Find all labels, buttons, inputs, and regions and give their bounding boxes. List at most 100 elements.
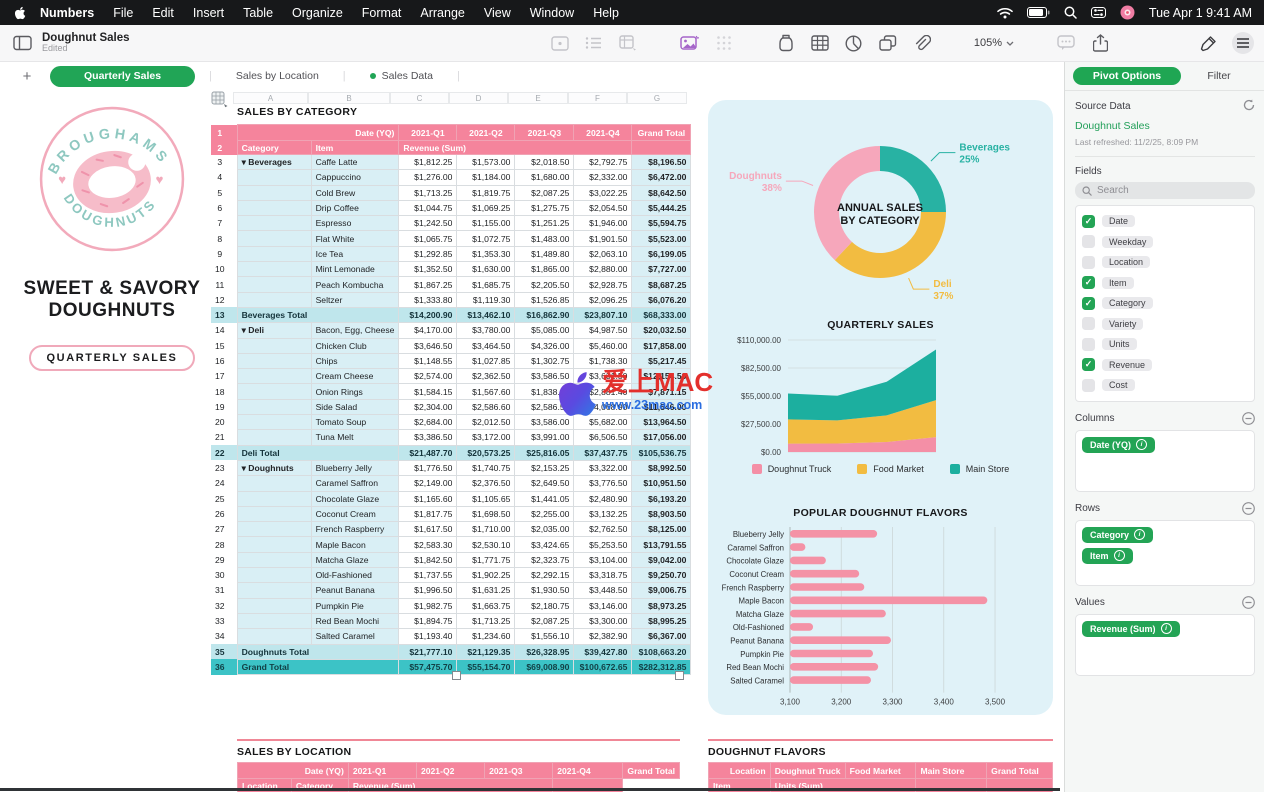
value-cell[interactable]: $3,586.50 bbox=[515, 369, 574, 384]
gutter-spacer[interactable] bbox=[229, 262, 238, 277]
sheet-canvas[interactable]: BROUGHAMS DOUGHNUTS ♥ ♥ bbox=[0, 91, 1060, 792]
value-cell[interactable]: $4,326.00 bbox=[515, 338, 574, 353]
shapes-icon[interactable] bbox=[878, 33, 898, 53]
menu-item-arrange[interactable]: Arrange bbox=[420, 6, 464, 20]
field-checkbox-category[interactable]: ✓ bbox=[1082, 297, 1095, 310]
table-row[interactable]: 8Flat White$1,065.75$1,072.75$1,483.00$1… bbox=[211, 231, 691, 246]
row-number[interactable]: 23 bbox=[211, 460, 229, 475]
row-number[interactable]: 17 bbox=[211, 369, 229, 384]
value-cell[interactable]: $1,302.75 bbox=[515, 353, 574, 368]
row-number[interactable]: 3 bbox=[211, 155, 229, 170]
value-cell[interactable]: $1,630.00 bbox=[457, 262, 515, 277]
category-empty-cell[interactable] bbox=[237, 430, 311, 445]
row-number[interactable]: 1 bbox=[211, 125, 229, 141]
menu-clock[interactable]: Tue Apr 1 9:41 AM bbox=[1149, 6, 1252, 20]
quarterly-sales-area-chart[interactable]: $110,000.00$82,500.00$55,000.00$27,500.0… bbox=[708, 334, 1053, 464]
table-row[interactable]: 11Peach Kombucha$1,867.25$1,685.75$2,205… bbox=[211, 277, 691, 292]
header-2021-q1[interactable]: 2021-Q1 bbox=[399, 125, 457, 141]
value-cell[interactable]: $1,738.30 bbox=[574, 353, 632, 368]
value-cell[interactable]: $2,881.40 bbox=[574, 384, 632, 399]
group-total-value[interactable]: $25,816.05 bbox=[515, 445, 574, 460]
group-total-value[interactable]: $23,807.10 bbox=[574, 307, 632, 322]
value-cell[interactable]: $2,649.50 bbox=[515, 476, 574, 491]
item-cell[interactable]: Peach Kombucha bbox=[311, 277, 399, 292]
value-cell[interactable]: $2,087.25 bbox=[515, 185, 574, 200]
table-row[interactable]: 21Tuna Melt$3,386.50$3,172.00$3,991.00$6… bbox=[211, 430, 691, 445]
group-total-grand[interactable]: $105,536.75 bbox=[632, 445, 691, 460]
menu-item-format[interactable]: Format bbox=[362, 6, 402, 20]
value-cell[interactable]: $3,132.25 bbox=[574, 506, 632, 521]
value-cell[interactable]: $2,574.00 bbox=[399, 369, 457, 384]
category-empty-cell[interactable] bbox=[237, 353, 311, 368]
row-number[interactable]: 32 bbox=[211, 598, 229, 613]
value-cell[interactable]: $4,170.00 bbox=[399, 323, 457, 338]
value-cell[interactable]: $2,530.10 bbox=[457, 537, 515, 552]
group-total-value[interactable]: $39,427.80 bbox=[574, 644, 632, 659]
chart-icon[interactable] bbox=[844, 33, 864, 53]
grand-total-value[interactable]: $55,154.70 bbox=[457, 659, 515, 675]
field-checkbox-item[interactable]: ✓ bbox=[1082, 276, 1095, 289]
table-row[interactable]: 31Peanut Banana$1,996.50$1,631.25$1,930.… bbox=[211, 583, 691, 598]
value-cell[interactable]: $1,119.30 bbox=[457, 292, 515, 307]
value-cell[interactable]: $3,631.50 bbox=[574, 369, 632, 384]
link-paperclip-icon[interactable] bbox=[912, 33, 932, 53]
value-cell[interactable]: $1,819.75 bbox=[457, 185, 515, 200]
refresh-icon[interactable] bbox=[1243, 99, 1255, 114]
column-header-A[interactable]: A bbox=[233, 92, 308, 104]
sales-by-location-table[interactable]: SALES BY LOCATIONDate (YQ)2021-Q12021-Q2… bbox=[237, 739, 680, 792]
cell[interactable]: 2021-Q2 bbox=[416, 763, 484, 779]
grand-total-value[interactable]: $100,672.65 bbox=[574, 659, 632, 675]
group-total-label[interactable]: Doughnuts Total bbox=[237, 644, 399, 659]
gutter-spacer[interactable] bbox=[229, 568, 238, 583]
row-number[interactable]: 35 bbox=[211, 644, 229, 659]
bar-blueberry-jelly[interactable] bbox=[790, 530, 877, 538]
menu-item-file[interactable]: File bbox=[113, 6, 133, 20]
value-cell[interactable]: $1,353.30 bbox=[457, 246, 515, 261]
item-cell[interactable]: Matcha Glaze bbox=[311, 552, 399, 567]
grand-total-cell[interactable]: $6,472.00 bbox=[632, 170, 691, 185]
grand-total-cell[interactable]: $8,995.25 bbox=[632, 613, 691, 628]
row-number[interactable]: 34 bbox=[211, 629, 229, 644]
value-cell[interactable]: $2,332.00 bbox=[574, 170, 632, 185]
grand-total-cell[interactable]: $17,858.00 bbox=[632, 338, 691, 353]
gutter-spacer[interactable] bbox=[229, 353, 238, 368]
category-empty-cell[interactable] bbox=[237, 583, 311, 598]
header-2021-q4[interactable]: 2021-Q4 bbox=[574, 125, 632, 141]
bar-salted-caramel[interactable] bbox=[790, 676, 871, 684]
value-cell[interactable]: $3,322.00 bbox=[574, 460, 632, 475]
tab-pivot-options[interactable]: Pivot Options bbox=[1073, 67, 1181, 85]
value-cell[interactable]: $1,737.55 bbox=[399, 568, 457, 583]
column-header-G[interactable]: G bbox=[627, 92, 687, 104]
value-cell[interactable]: $1,065.75 bbox=[399, 231, 457, 246]
value-cell[interactable]: $1,352.50 bbox=[399, 262, 457, 277]
field-checkbox-variety[interactable] bbox=[1082, 317, 1095, 330]
gutter-spacer[interactable] bbox=[229, 460, 238, 475]
table-row[interactable]: 7Espresso$1,242.50$1,155.00$1,251.25$1,9… bbox=[211, 216, 691, 231]
column-header-B[interactable]: B bbox=[308, 92, 390, 104]
gutter-spacer[interactable] bbox=[229, 537, 238, 552]
gutter-spacer[interactable] bbox=[229, 369, 238, 384]
column-header-D[interactable]: D bbox=[449, 92, 508, 104]
category-cell[interactable]: ▾ Doughnuts bbox=[237, 460, 311, 475]
gutter-spacer[interactable] bbox=[229, 598, 238, 613]
value-cell[interactable]: $1,483.00 bbox=[515, 231, 574, 246]
value-cell[interactable]: $2,087.25 bbox=[515, 613, 574, 628]
gutter-spacer[interactable] bbox=[229, 659, 238, 675]
gutter-spacer[interactable] bbox=[229, 338, 238, 353]
category-empty-cell[interactable] bbox=[237, 231, 311, 246]
value-cell[interactable]: $2,153.25 bbox=[515, 460, 574, 475]
item-cell[interactable]: Espresso bbox=[311, 216, 399, 231]
item-cell[interactable]: Red Bean Mochi bbox=[311, 613, 399, 628]
value-cell[interactable]: $3,386.50 bbox=[399, 430, 457, 445]
grand-total-cell[interactable]: $9,042.00 bbox=[632, 552, 691, 567]
value-cell[interactable]: $2,149.00 bbox=[399, 476, 457, 491]
value-cell[interactable]: $1,105.65 bbox=[457, 491, 515, 506]
table-row[interactable]: 28Maple Bacon$2,583.30$2,530.10$3,424.65… bbox=[211, 537, 691, 552]
share-icon[interactable] bbox=[1090, 33, 1110, 53]
value-cell[interactable]: $3,424.65 bbox=[515, 537, 574, 552]
value-cell[interactable]: $1,251.25 bbox=[515, 216, 574, 231]
table-row[interactable]: 15Chicken Club$3,646.50$3,464.50$4,326.0… bbox=[211, 338, 691, 353]
item-cell[interactable]: Caffe Latte bbox=[311, 155, 399, 170]
table-row[interactable]: 2CategoryItemRevenue (Sum) bbox=[211, 141, 691, 155]
item-cell[interactable]: Cold Brew bbox=[311, 185, 399, 200]
